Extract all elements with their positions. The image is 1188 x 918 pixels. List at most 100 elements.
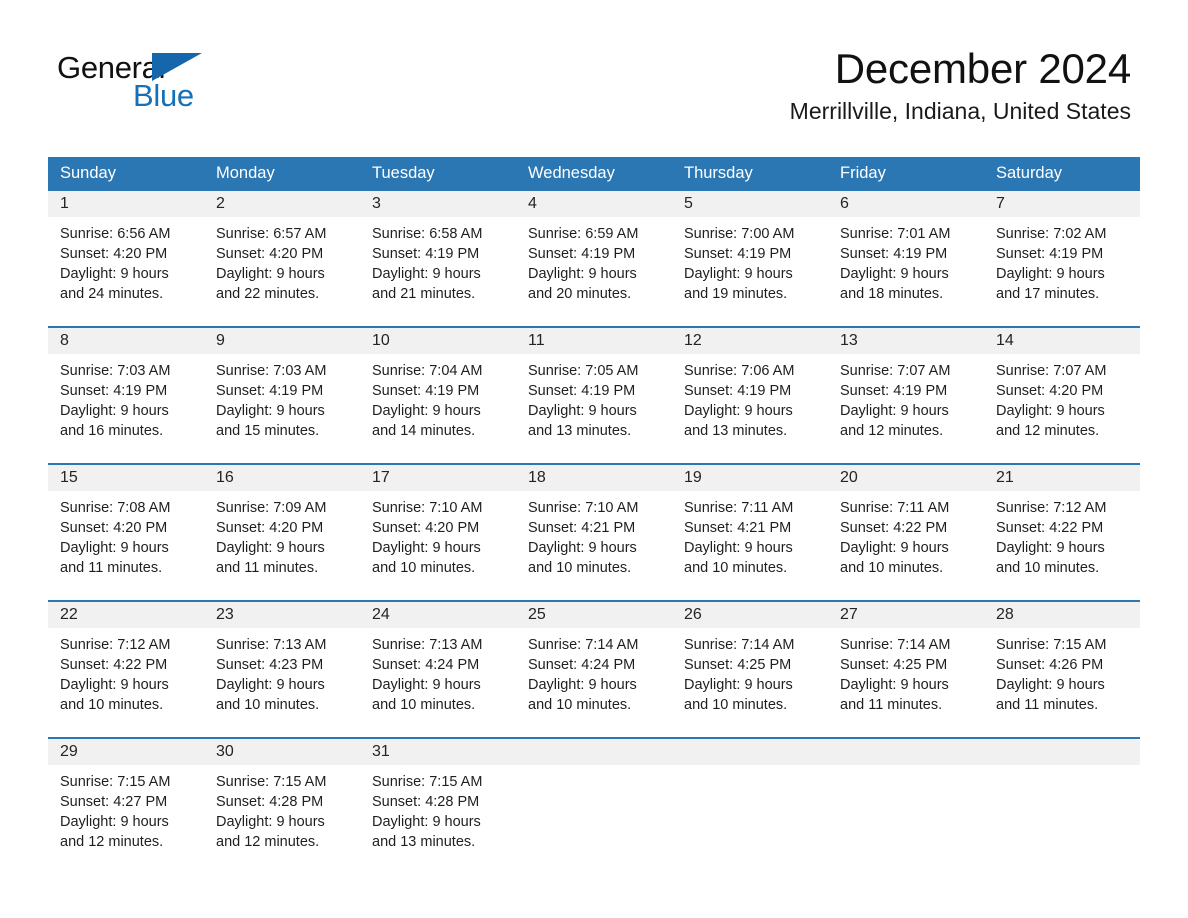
daylight-text: Daylight: 9 hours <box>216 677 325 693</box>
calendar-day-cell[interactable]: 24 Sunrise: 7:13 AM Sunset: 4:24 PM Dayligh… <box>360 600 516 738</box>
calendar-day-cell[interactable]: 8 Sunrise: 7:03 AM Sunset: 4:19 PM Daylight… <box>48 326 204 464</box>
calendar-day-cell[interactable]: 26 Sunrise: 7:14 AM Sunset: 4:25 PM Dayligh… <box>672 600 828 738</box>
daylight-text: Daylight: 9 hours <box>60 814 169 830</box>
daylight-text: Daylight: 9 hours <box>372 403 481 419</box>
calendar-day-cell[interactable]: 29 Sunrise: 7:15 AM Sunset: 4:27 PM Dayligh… <box>48 737 204 874</box>
daylight-text: Daylight: 9 hours <box>996 540 1105 556</box>
calendar-day-cell[interactable]: 30 Sunrise: 7:15 AM Sunset: 4:28 PM Dayligh… <box>204 737 360 874</box>
sunset-text: Sunset: 4:20 PM <box>996 383 1104 399</box>
calendar-table: Sunday Monday Tuesday Wednesday Thursday Frid… <box>48 157 1140 874</box>
day-number-band: 31 <box>360 739 516 765</box>
calendar-day-cell[interactable]: 25 Sunrise: 7:14 AM Sunset: 4:24 PM Dayligh… <box>516 600 672 738</box>
calendar-day-cell[interactable]: 4 Sunrise: 6:59 AM Sunset: 4:19 PM Daylight… <box>516 191 672 327</box>
daylight-text: and 20 minutes. <box>528 286 632 302</box>
calendar-day-cell[interactable]: 18 Sunrise: 7:10 AM Sunset: 4:21 PM Dayligh… <box>516 463 672 601</box>
day-number: 17 <box>372 469 390 486</box>
daylight-text: and 10 minutes. <box>60 697 164 713</box>
calendar-day-cell[interactable]: 9 Sunrise: 7:03 AM Sunset: 4:19 PM Daylight… <box>204 326 360 464</box>
day-number-band: 2 <box>204 191 360 217</box>
calendar-day-cell[interactable]: 15 Sunrise: 7:08 AM Sunset: 4:20 PM Dayligh… <box>48 463 204 601</box>
sunrise-text: Sunrise: 7:05 AM <box>528 363 639 379</box>
daylight-text: and 10 minutes. <box>372 560 476 576</box>
calendar-day-cell[interactable]: 17 Sunrise: 7:10 AM Sunset: 4:20 PM Dayligh… <box>360 463 516 601</box>
day-number: 14 <box>996 332 1014 349</box>
day-details: Sunrise: 7:07 AM Sunset: 4:19 PM Daylight:… <box>828 354 984 441</box>
calendar-day-cell[interactable]: 5 Sunrise: 7:00 AM Sunset: 4:19 PM Daylight… <box>672 191 828 327</box>
calendar-day-cell[interactable]: 12 Sunrise: 7:06 AM Sunset: 4:19 PM Dayligh… <box>672 326 828 464</box>
sunset-text: Sunset: 4:19 PM <box>684 246 792 262</box>
calendar-day-cell[interactable]: 23 Sunrise: 7:13 AM Sunset: 4:23 PM Dayligh… <box>204 600 360 738</box>
calendar-day-cell[interactable]: 31 Sunrise: 7:15 AM Sunset: 4:28 PM Dayligh… <box>360 737 516 874</box>
day-number-band <box>672 739 828 765</box>
calendar-day-cell[interactable]: 1 Sunrise: 6:56 AM Sunset: 4:20 PM Daylight… <box>48 191 204 327</box>
weekday-header-sunday: Sunday <box>48 157 204 191</box>
day-number: 22 <box>60 606 78 623</box>
day-details: Sunrise: 7:15 AM Sunset: 4:26 PM Daylight:… <box>984 628 1140 715</box>
day-details: Sunrise: 7:15 AM Sunset: 4:28 PM Daylight:… <box>360 765 516 852</box>
sunrise-text: Sunrise: 7:15 AM <box>60 774 171 790</box>
daylight-text: and 21 minutes. <box>372 286 476 302</box>
location-subtitle: Merrillville, Indiana, United States <box>789 98 1131 125</box>
calendar-day-cell[interactable]: 2 Sunrise: 6:57 AM Sunset: 4:20 PM Daylight… <box>204 191 360 327</box>
day-details: Sunrise: 7:11 AM Sunset: 4:21 PM Daylight:… <box>672 491 828 578</box>
daylight-text: Daylight: 9 hours <box>840 403 949 419</box>
sunrise-text: Sunrise: 7:09 AM <box>216 500 327 516</box>
daylight-text: and 10 minutes. <box>528 697 632 713</box>
sunset-text: Sunset: 4:24 PM <box>372 657 480 673</box>
calendar-day-cell[interactable]: 20 Sunrise: 7:11 AM Sunset: 4:22 PM Dayligh… <box>828 463 984 601</box>
daylight-text: and 16 minutes. <box>60 423 164 439</box>
general-blue-logo[interactable]: General Blue <box>57 52 257 114</box>
calendar-day-cell[interactable]: 14 Sunrise: 7:07 AM Sunset: 4:20 PM Dayligh… <box>984 326 1140 464</box>
daylight-text: Daylight: 9 hours <box>528 266 637 282</box>
day-number: 2 <box>216 195 225 212</box>
daylight-text: and 19 minutes. <box>684 286 788 302</box>
daylight-text: Daylight: 9 hours <box>684 403 793 419</box>
calendar-day-cell[interactable]: 21 Sunrise: 7:12 AM Sunset: 4:22 PM Dayligh… <box>984 463 1140 601</box>
day-number: 12 <box>684 332 702 349</box>
sunrise-text: Sunrise: 7:11 AM <box>684 500 794 516</box>
day-number-band: 7 <box>984 191 1140 217</box>
sunset-text: Sunset: 4:20 PM <box>216 520 324 536</box>
day-number: 18 <box>528 469 546 486</box>
day-number: 5 <box>684 195 693 212</box>
day-details: Sunrise: 7:13 AM Sunset: 4:23 PM Daylight:… <box>204 628 360 715</box>
calendar-day-cell[interactable]: 7 Sunrise: 7:02 AM Sunset: 4:19 PM Daylight… <box>984 191 1140 327</box>
calendar-day-cell[interactable]: 10 Sunrise: 7:04 AM Sunset: 4:19 PM Dayligh… <box>360 326 516 464</box>
calendar-day-cell[interactable]: 11 Sunrise: 7:05 AM Sunset: 4:19 PM Dayligh… <box>516 326 672 464</box>
sunrise-text: Sunrise: 7:15 AM <box>216 774 327 790</box>
day-number: 26 <box>684 606 702 623</box>
daylight-text: Daylight: 9 hours <box>840 540 949 556</box>
calendar-day-cell[interactable]: 6 Sunrise: 7:01 AM Sunset: 4:19 PM Daylight… <box>828 191 984 327</box>
day-number: 29 <box>60 743 78 760</box>
daylight-text: and 13 minutes. <box>372 834 476 850</box>
calendar-day-cell[interactable]: 19 Sunrise: 7:11 AM Sunset: 4:21 PM Dayligh… <box>672 463 828 601</box>
sunset-text: Sunset: 4:19 PM <box>528 246 636 262</box>
sunrise-text: Sunrise: 7:10 AM <box>372 500 483 516</box>
calendar-day-cell[interactable]: 16 Sunrise: 7:09 AM Sunset: 4:20 PM Dayligh… <box>204 463 360 601</box>
day-number-band: 14 <box>984 328 1140 354</box>
daylight-text: and 11 minutes. <box>996 697 1099 713</box>
calendar-day-cell[interactable]: 22 Sunrise: 7:12 AM Sunset: 4:22 PM Dayligh… <box>48 600 204 738</box>
daylight-text: and 13 minutes. <box>528 423 632 439</box>
sunset-text: Sunset: 4:19 PM <box>528 383 636 399</box>
day-details: Sunrise: 6:56 AM Sunset: 4:20 PM Daylight:… <box>48 217 204 304</box>
calendar-day-cell[interactable]: 27 Sunrise: 7:14 AM Sunset: 4:25 PM Dayligh… <box>828 600 984 738</box>
calendar-day-cell[interactable]: 13 Sunrise: 7:07 AM Sunset: 4:19 PM Dayligh… <box>828 326 984 464</box>
daylight-text: Daylight: 9 hours <box>60 540 169 556</box>
daylight-text: Daylight: 9 hours <box>372 540 481 556</box>
daylight-text: Daylight: 9 hours <box>60 677 169 693</box>
calendar-day-cell[interactable]: 28 Sunrise: 7:15 AM Sunset: 4:26 PM Dayligh… <box>984 600 1140 738</box>
sunrise-text: Sunrise: 7:12 AM <box>60 637 171 653</box>
weekday-header-tuesday: Tuesday <box>360 157 516 191</box>
weekday-header-monday: Monday <box>204 157 360 191</box>
calendar-week-row: 15 Sunrise: 7:08 AM Sunset: 4:20 PM Dayligh… <box>48 463 1140 601</box>
day-number: 20 <box>840 469 858 486</box>
page-header: General Blue December 2024 Merrillville,… <box>0 0 1188 125</box>
sunrise-text: Sunrise: 7:14 AM <box>840 637 951 653</box>
calendar-day-cell[interactable]: 3 Sunrise: 6:58 AM Sunset: 4:19 PM Daylight… <box>360 191 516 327</box>
sunrise-text: Sunrise: 6:58 AM <box>372 226 483 242</box>
day-number-band: 20 <box>828 465 984 491</box>
daylight-text: Daylight: 9 hours <box>996 677 1105 693</box>
sunrise-text: Sunrise: 7:07 AM <box>840 363 951 379</box>
sunset-text: Sunset: 4:19 PM <box>684 383 792 399</box>
